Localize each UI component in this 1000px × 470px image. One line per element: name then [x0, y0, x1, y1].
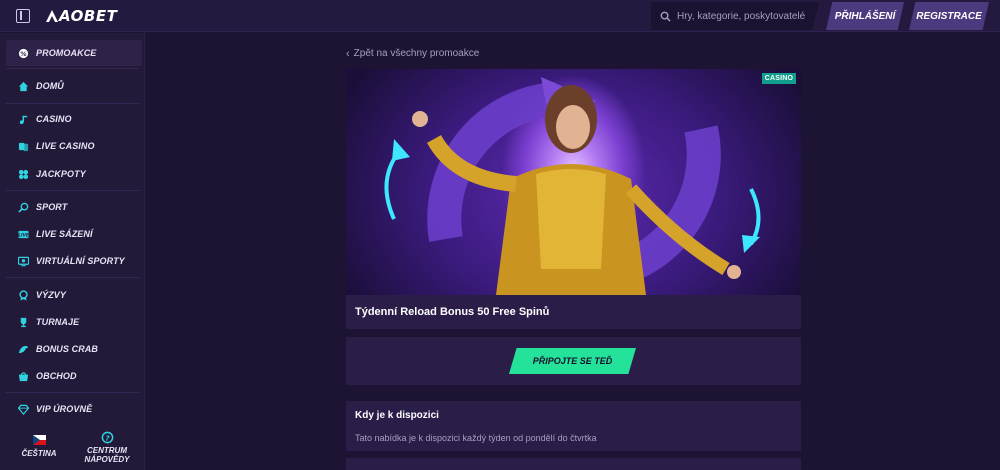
sidebar-item-label: LIVE SÁZENÍ	[36, 229, 93, 239]
sidebar-item-casino[interactable]: CASINO	[6, 106, 142, 132]
virtual-sports-icon	[18, 256, 29, 267]
promo-title: Týdenní Reload Bonus 50 Free Spinů	[346, 295, 801, 329]
logo-mark-icon	[46, 10, 58, 22]
home-icon	[18, 81, 29, 92]
sidebar-footer: ČEŠTINA ? CENTRUM NÁPOVĚDY	[0, 429, 145, 470]
shop-basket-icon	[18, 371, 29, 382]
help-center-link[interactable]: ? CENTRUM NÁPOVĚDY	[72, 431, 142, 470]
sidebar-item-label: SPORT	[36, 202, 68, 212]
next-section	[346, 458, 801, 470]
search-icon	[660, 11, 671, 22]
diamond-icon	[18, 404, 29, 415]
promo-artwork	[384, 77, 761, 295]
language-selector[interactable]: ČEŠTINA	[4, 431, 74, 470]
casino-icon	[18, 114, 29, 125]
availability-title: Kdy je k dispozici	[355, 410, 439, 421]
availability-section: Kdy je k dispozici Tato nabídka je k dis…	[346, 401, 801, 451]
top-header: AOBET PŘIHLÁŠENÍ REGISTRACE	[0, 0, 1000, 32]
chevron-left-icon: ‹	[346, 47, 350, 60]
sidebar-item-label: LIVE CASINO	[36, 141, 95, 151]
sidebar-item-jackpots[interactable]: JACKPOTY	[6, 161, 142, 187]
promo-icon: %	[18, 48, 29, 59]
bonus-crab-icon	[18, 344, 29, 355]
logo-text: AOBET	[59, 7, 118, 25]
sidebar-item-label: PROMOAKCE	[36, 48, 97, 58]
svg-text:LIVE: LIVE	[18, 232, 29, 237]
sidebar-item-vip[interactable]: VIP ÚROVNĚ	[6, 396, 142, 422]
jackpot-icon	[18, 169, 29, 180]
sidebar-item-challenges[interactable]: VÝZVY	[6, 282, 142, 308]
sidebar-item-label: DOMŮ	[36, 81, 64, 91]
sidebar: % PROMOAKCE DOMŮ CASINO LIVE CASINO JACK…	[0, 33, 145, 470]
sidebar-item-shop[interactable]: OBCHOD	[6, 363, 142, 389]
sidebar-item-live-casino[interactable]: LIVE CASINO	[6, 133, 142, 159]
sidebar-item-label: VIP ÚROVNĚ	[36, 404, 93, 414]
czech-flag-icon	[32, 435, 46, 445]
sidebar-item-sport[interactable]: SPORT	[6, 194, 142, 220]
live-betting-icon: LIVE	[18, 229, 29, 240]
trophy-icon	[18, 317, 29, 328]
sidebar-item-tournaments[interactable]: TURNAJE	[6, 309, 142, 335]
availability-text: Tato nabídka je k dispozici každý týden …	[355, 433, 597, 443]
sidebar-item-virtual-sports[interactable]: VIRTUÁLNÍ SPORTY	[6, 248, 142, 274]
live-casino-icon	[18, 141, 29, 152]
register-button[interactable]: REGISTRACE	[909, 2, 989, 30]
sidebar-item-label: CASINO	[36, 114, 72, 124]
login-button[interactable]: PŘIHLÁŠENÍ	[826, 2, 904, 30]
join-now-button[interactable]: PŘIPOJTE SE TEĎ	[509, 348, 636, 374]
challenges-icon	[18, 289, 29, 301]
logo[interactable]: AOBET	[46, 7, 117, 25]
sidebar-toggle-icon[interactable]	[16, 9, 30, 23]
sidebar-item-label: OBCHOD	[36, 371, 77, 381]
sidebar-item-label: TURNAJE	[36, 317, 80, 327]
sidebar-item-bonus-crab[interactable]: BONUS CRAB	[6, 336, 142, 362]
sidebar-item-live-betting[interactable]: LIVE LIVE SÁZENÍ	[6, 221, 142, 247]
sport-icon	[18, 202, 29, 213]
language-label: ČEŠTINA	[21, 449, 57, 458]
back-link-label: Zpět na všechny promoakce	[353, 48, 480, 59]
back-to-promotions-link[interactable]: ‹ Zpět na všechny promoakce	[346, 47, 479, 60]
help-icon: ?	[101, 431, 113, 444]
svg-text:%: %	[20, 49, 27, 57]
sidebar-item-label: BONUS CRAB	[36, 344, 99, 354]
promo-banner-image	[346, 69, 801, 295]
cta-panel: PŘIPOJTE SE TEĎ	[346, 337, 801, 385]
search-input[interactable]	[677, 10, 817, 22]
sidebar-item-label: VÝZVY	[36, 290, 67, 300]
sidebar-item-label: JACKPOTY	[36, 169, 86, 179]
help-label-line2: NÁPOVĚDY	[84, 455, 130, 464]
help-label-line1: CENTRUM	[87, 446, 127, 455]
sidebar-item-promotions[interactable]: % PROMOAKCE	[6, 40, 142, 66]
category-badge: CASINO	[762, 73, 796, 84]
sidebar-item-home[interactable]: DOMŮ	[6, 73, 142, 99]
sidebar-item-label: VIRTUÁLNÍ SPORTY	[36, 256, 125, 266]
search-box[interactable]	[651, 2, 819, 30]
svg-text:?: ?	[105, 433, 110, 442]
